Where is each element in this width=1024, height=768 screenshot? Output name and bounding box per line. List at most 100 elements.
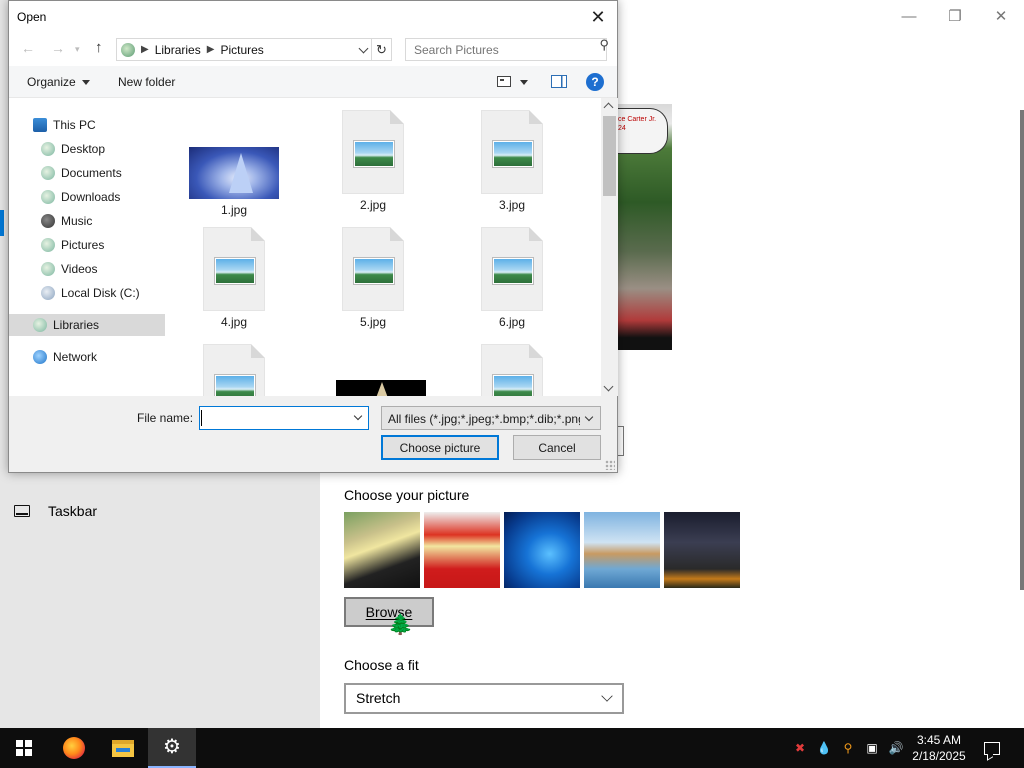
- file-name: 4.jpg: [220, 315, 248, 329]
- image-file-icon: [481, 227, 543, 311]
- file-list-scrollbar[interactable]: [601, 98, 618, 396]
- recent-picture-5[interactable]: [664, 512, 740, 588]
- file-thumbnail: [189, 147, 279, 199]
- file-item[interactable]: 3.jpg: [462, 110, 562, 212]
- taskbar-clock[interactable]: 3:45 AM 2/18/2025: [910, 732, 968, 764]
- cancel-button[interactable]: Cancel: [513, 435, 601, 460]
- file-name-input[interactable]: [199, 406, 369, 430]
- restore-icon: ❐: [948, 8, 962, 25]
- address-history-chevron-icon[interactable]: [358, 43, 369, 54]
- security-alert-icon[interactable]: ✖: [792, 740, 808, 756]
- search-input[interactable]: [405, 38, 607, 61]
- image-file-icon: [481, 344, 543, 396]
- breadcrumb-libraries[interactable]: Libraries: [155, 43, 201, 57]
- volume-icon[interactable]: 🔊: [888, 740, 904, 756]
- notification-icon: [984, 741, 1000, 755]
- music-icon: [41, 214, 55, 228]
- minimize-button[interactable]: —: [886, 4, 932, 28]
- nav-label: Videos: [61, 262, 98, 276]
- folder-icon: [112, 739, 134, 757]
- nav-label: Pictures: [61, 238, 105, 252]
- help-icon[interactable]: ?: [586, 73, 604, 91]
- libraries-icon: [33, 318, 47, 332]
- file-item[interactable]: 2.jpg: [323, 110, 423, 212]
- dialog-titlebar[interactable]: Open ✕: [9, 1, 617, 32]
- recent-picture-2[interactable]: [424, 512, 500, 588]
- file-explorer-taskbar-button[interactable]: [99, 728, 147, 768]
- refresh-icon[interactable]: ↻: [371, 39, 391, 60]
- recent-picture-1[interactable]: [344, 512, 420, 588]
- scroll-up-icon[interactable]: [603, 102, 614, 113]
- organize-label: Organize: [27, 75, 76, 89]
- file-item[interactable]: 5.jpg: [323, 227, 423, 329]
- gear-icon: ⚙: [163, 736, 181, 758]
- change-view-icon[interactable]: [497, 76, 511, 87]
- nav-item-taskbar[interactable]: Taskbar: [14, 503, 97, 519]
- file-item[interactable]: 1.jpg: [184, 147, 284, 217]
- settings-scrollbar[interactable]: [1020, 110, 1024, 590]
- file-item[interactable]: [462, 344, 562, 396]
- pictures-icon: [41, 238, 55, 252]
- nav-local-disk[interactable]: Local Disk (C:): [9, 282, 165, 304]
- nav-desktop[interactable]: Desktop: [9, 138, 165, 160]
- nav-this-pc[interactable]: This PC: [9, 114, 165, 136]
- file-name: 3.jpg: [498, 198, 526, 212]
- nav-pictures[interactable]: Pictures: [9, 234, 165, 256]
- forward-arrow-icon[interactable]: →: [51, 40, 65, 56]
- recent-picture-4[interactable]: [584, 512, 660, 588]
- desktop-icon: [41, 142, 55, 156]
- breadcrumb-pictures[interactable]: Pictures: [220, 43, 263, 57]
- firefox-taskbar-button[interactable]: [50, 728, 98, 768]
- nav-network[interactable]: Network: [9, 346, 165, 368]
- network-icon: [33, 350, 47, 364]
- nav-music[interactable]: Music: [9, 210, 165, 232]
- settings-taskbar-button[interactable]: ⚙: [148, 728, 196, 768]
- action-center-button[interactable]: [980, 728, 1004, 768]
- recent-locations-chevron-icon[interactable]: ▾: [75, 44, 80, 55]
- image-file-icon: [342, 227, 404, 311]
- nav-label: Network: [53, 350, 98, 364]
- open-dialog: Open ✕ ← → ▾ ↑ ▶ Libraries ▶ Pictures ↻ …: [8, 0, 618, 473]
- nav-label: Music: [61, 214, 93, 228]
- fit-dropdown[interactable]: Stretch: [344, 683, 624, 714]
- nav-documents[interactable]: Documents: [9, 162, 165, 184]
- nav-label: This PC: [53, 118, 96, 132]
- nav-label: Documents: [61, 166, 122, 180]
- network-status-icon[interactable]: ▣: [864, 740, 880, 756]
- clock-date: 2/18/2025: [912, 749, 966, 763]
- file-item[interactable]: [184, 344, 284, 396]
- file-item[interactable]: 6.jpg: [462, 227, 562, 329]
- nav-libraries[interactable]: Libraries: [9, 314, 165, 336]
- organize-menu[interactable]: Organize: [27, 75, 90, 89]
- fit-dropdown-value: Stretch: [356, 690, 401, 706]
- close-button[interactable]: ✕: [978, 4, 1024, 28]
- search-icon: ⚲: [599, 37, 609, 52]
- scroll-thumb[interactable]: [603, 116, 616, 196]
- start-button[interactable]: [0, 728, 48, 768]
- file-name-label: File name:: [137, 411, 194, 425]
- choose-picture-button[interactable]: Choose picture: [381, 435, 499, 460]
- search-tool-icon[interactable]: ⚲: [840, 740, 856, 756]
- address-bar[interactable]: ▶ Libraries ▶ Pictures ↻: [116, 38, 392, 61]
- image-file-icon: [203, 227, 265, 311]
- nav-label: Libraries: [53, 318, 100, 332]
- scroll-down-icon[interactable]: [603, 381, 614, 392]
- new-folder-button[interactable]: New folder: [118, 75, 175, 89]
- file-item[interactable]: [331, 380, 431, 396]
- restore-button[interactable]: ❐: [932, 4, 978, 28]
- nav-downloads[interactable]: Downloads: [9, 186, 165, 208]
- image-file-icon: [203, 344, 265, 396]
- view-options-caret-icon[interactable]: [520, 80, 528, 85]
- choose-picture-title: Choose your picture: [344, 487, 470, 503]
- nav-videos[interactable]: Videos: [9, 258, 165, 280]
- mouse-cursor: 🌲: [388, 614, 413, 636]
- preview-pane-icon[interactable]: [551, 75, 567, 88]
- file-type-dropdown[interactable]: All files (*.jpg;*.jpeg;*.bmp;*.dib;*.pn…: [381, 406, 601, 430]
- resize-grip-icon[interactable]: [605, 460, 615, 470]
- dialog-close-button[interactable]: ✕: [585, 5, 611, 29]
- up-arrow-icon[interactable]: ↑: [95, 39, 103, 56]
- back-arrow-icon[interactable]: ←: [21, 40, 35, 56]
- file-item[interactable]: 4.jpg: [184, 227, 284, 329]
- recent-picture-3[interactable]: [504, 512, 580, 588]
- drop-icon[interactable]: 💧: [816, 740, 832, 756]
